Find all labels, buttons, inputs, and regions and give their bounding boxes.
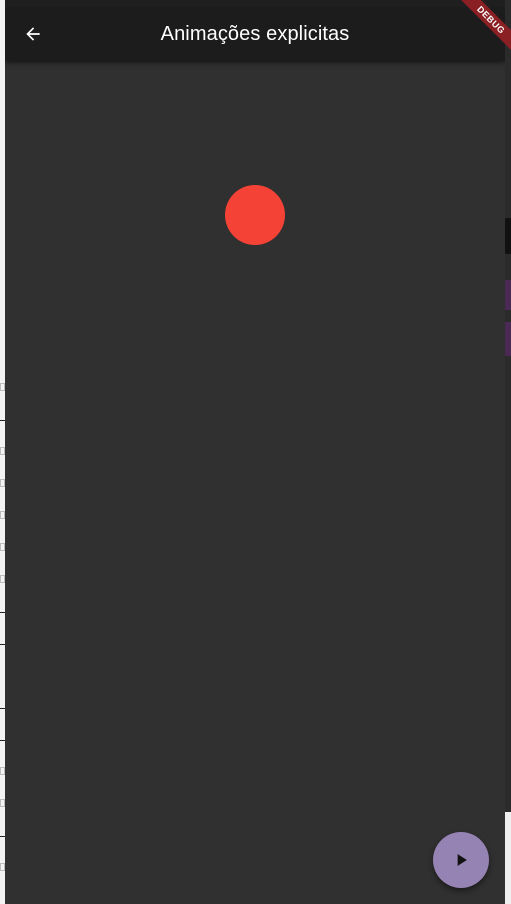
animated-ball — [225, 185, 285, 245]
editor-panel — [505, 280, 511, 310]
play-icon — [457, 854, 467, 866]
status-strip — [5, 0, 505, 7]
editor-panel — [505, 812, 511, 904]
page-title: Animações explicitas — [160, 23, 350, 45]
app-bar: Animações explicitas — [5, 7, 505, 61]
editor-panel — [505, 218, 511, 254]
editor-panel — [505, 322, 511, 356]
app-window: Animações explicitas — [5, 7, 505, 904]
screen: Animações explicitas DEBUG — [0, 0, 511, 904]
play-button[interactable] — [433, 832, 489, 888]
background-editor-right-edge — [505, 0, 511, 904]
